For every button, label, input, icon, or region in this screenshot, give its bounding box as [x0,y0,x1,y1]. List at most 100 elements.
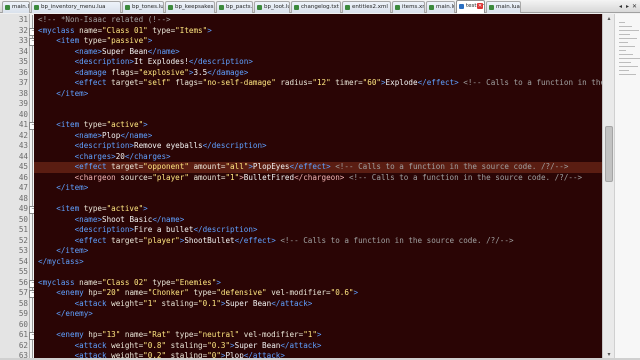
tab-scroll-close-icon[interactable]: ✕ [631,1,638,12]
code-token: <!-- Calls to a function in the source c… [330,162,569,171]
tab-bp-pacts-lua[interactable]: bp_pacts.lua [216,1,253,13]
code-token: Remove eyeballs [134,141,203,150]
code-token: hp= [88,330,103,339]
code-token: "explosive" [138,67,189,77]
code-token: vel-modifier= [271,288,331,297]
code-line[interactable]: <attack weight="0.8" staling="0.3">Super… [38,341,322,352]
code-line[interactable]: <name>Super Bean</name> [38,47,180,58]
code-line[interactable]: <item type="active"> [38,120,147,131]
tab-bp-inventory-menu-lua[interactable]: bp_inventory_menu.lua [31,1,121,13]
tab-items-xml[interactable]: items.xml [392,1,425,13]
code-token: <myclass [38,25,80,35]
code-line[interactable]: </item> [38,183,88,194]
code-token: "1" [303,330,317,339]
code-line[interactable]: <myclass name="Class 01" type="Items"> [38,26,212,37]
code-line[interactable]: <name>Plop</name> [38,130,153,142]
code-token: <myclass [38,277,80,287]
code-token: <name> [38,46,103,56]
code-line[interactable]: </item> [38,246,88,257]
code-line[interactable]: <effect target="opponent" amount="all">P… [38,162,569,173]
code-line[interactable]: </item> [38,89,88,100]
tab-bp-keepsakes-lua[interactable]: bp_keepsakes.lua [165,1,215,13]
tab-bp-loot-lua[interactable]: bp_loot.lua [254,1,290,13]
code-token: Shoot Basic [102,214,153,224]
code-line[interactable]: <description>It Explodes!</description> [38,57,253,68]
scrollbar-thumb[interactable] [605,126,613,182]
code-line[interactable]: <effect target="player">ShootBullet</eff… [38,236,514,247]
file-icon [459,4,464,9]
line-number: 55 [18,267,28,276]
code-line[interactable]: <attack weight="1" staling="0.1">Super B… [38,298,313,310]
document-map-mark [619,58,640,59]
line-number: 35 [18,57,28,66]
tab-bp-tones-lua[interactable]: bp_tones.lua [122,1,164,13]
code-token: "60" [362,78,381,87]
code-token: <charges> [38,151,116,161]
tab-main-lua[interactable]: main.lua [486,1,521,13]
code-token: amount= [193,172,226,182]
tab-label: bp_tones.lua [132,4,164,10]
code-token: </item> [38,183,89,192]
code-token: name= [79,25,103,35]
code-token: "defensive" [216,288,272,297]
code-line[interactable]: <description>Remove eyeballs</descriptio… [38,141,267,152]
tab-main-lua[interactable]: main.lua [2,1,30,13]
code-token: <item [38,204,84,213]
tab-scroll-right-icon[interactable]: ▸ [624,1,631,12]
code-editor[interactable]: <!-- *Non-Isaac related (!--> <myclass na… [34,14,602,360]
tab-entities2-xml[interactable]: entities2.xml [342,1,391,13]
code-token: </effect> [234,235,276,245]
code-token: <chargeon [38,172,121,182]
code-token: <damage [38,67,112,77]
code-line[interactable]: <item type="passive"> [38,36,152,47]
close-tab-icon[interactable]: ✕ [477,3,483,9]
tab-label: bp_keepsakes.lua [175,4,214,10]
file-icon [34,5,39,10]
document-map-mark [619,46,635,47]
code-token: <description> [38,141,135,150]
code-line[interactable]: <damage flags="explosive">3.5</damage> [38,67,249,79]
code-token: staling= [170,340,208,350]
code-token: > [353,288,359,297]
code-token: <enemy [38,330,89,339]
document-map-pane[interactable] [614,14,640,360]
line-number: 45 [18,162,28,171]
code-token: flags= [175,78,203,87]
code-token: "1" [143,298,162,308]
code-token: weight= [111,340,144,350]
code-line[interactable]: <enemy hp="13" name="Rat" type="neutral"… [38,330,321,341]
code-line[interactable]: </myclass> [38,257,84,268]
code-line[interactable]: <item type="active"> [38,204,147,215]
code-token: "Rat" [147,330,176,339]
code-token: It Explodes! [134,57,189,66]
code-line[interactable]: <description>Fire a bullet</description> [38,225,258,236]
tab-changelog-txt[interactable]: changelog.txt [291,1,341,13]
code-line[interactable]: </enemy> [38,309,93,320]
code-line[interactable]: <effect target="self" flags="no-self-dam… [38,78,602,89]
tab-label: entities2.xml [352,4,388,10]
code-token: <description> [38,57,135,66]
code-token: flags= [111,67,139,77]
line-number: 46 [18,172,28,182]
code-line[interactable]: <charges>20</charges> [38,152,171,163]
code-line[interactable]: <name>Shoot Basic</name> [38,214,185,226]
file-icon [489,5,494,10]
vertical-scrollbar[interactable]: ▴ ▾ [602,14,614,360]
tab-test-xml[interactable]: test.xml✕ [456,0,485,13]
tab-scroll-left-icon[interactable]: ◂ [617,1,624,12]
code-token: <!-- Calls to a function in the source c… [463,78,602,87]
tab-main-lua[interactable]: main.lua [426,1,455,13]
code-token: <!-- Calls to a function in the source c… [344,172,583,182]
code-line[interactable]: <!-- *Non-Isaac related (!--> [38,15,171,26]
line-number: 48 [18,193,28,203]
code-line[interactable]: <enemy hp="20" name="Chonker" type="defe… [38,288,358,299]
line-number: 33 [18,36,28,45]
code-line[interactable]: <myclass name="Class 02" type="Enemies"> [38,278,221,289]
code-token: </attack> [280,340,322,350]
line-number: 39 [18,99,28,108]
code-line[interactable]: <chargeon source="player" amount="1">Bul… [38,172,583,184]
code-token: "0.6" [330,288,354,297]
code-token: </attack> [271,298,313,308]
code-token: "active" [106,120,144,129]
code-token: Plop [102,130,121,140]
